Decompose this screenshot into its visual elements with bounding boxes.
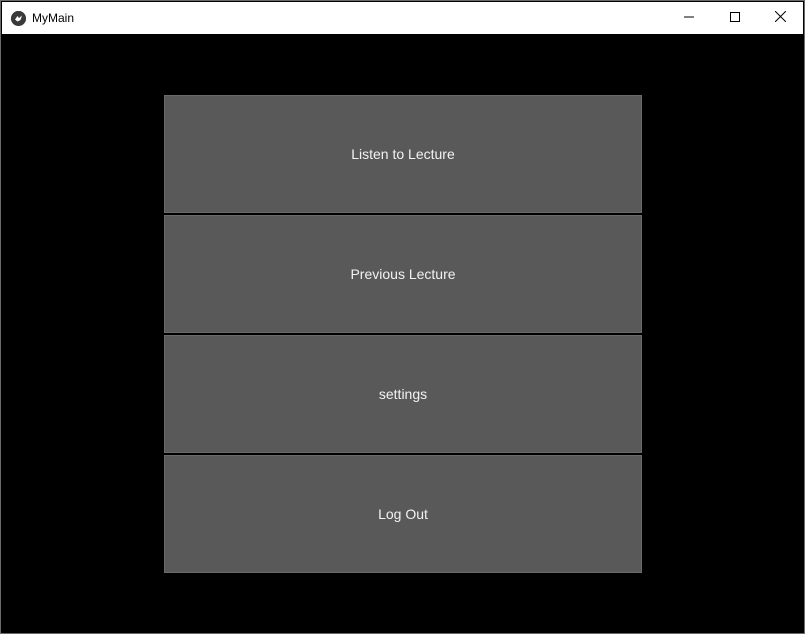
app-window: MyMain Listen to Lecture Previous Lectur… xyxy=(0,0,805,634)
title-bar[interactable]: MyMain xyxy=(2,2,803,34)
minimize-icon xyxy=(684,9,694,27)
log-out-button[interactable]: Log Out xyxy=(164,455,642,573)
window-title: MyMain xyxy=(32,11,75,25)
button-label: Log Out xyxy=(378,506,428,522)
kivy-logo-icon xyxy=(11,11,26,26)
button-label: Previous Lecture xyxy=(350,266,456,282)
close-button[interactable] xyxy=(757,2,803,34)
maximize-button[interactable] xyxy=(712,2,758,34)
main-content: Listen to Lecture Previous Lecture setti… xyxy=(2,34,803,633)
close-icon xyxy=(774,9,786,27)
button-label: Listen to Lecture xyxy=(351,146,455,162)
minimize-button[interactable] xyxy=(666,2,712,34)
previous-lecture-button[interactable]: Previous Lecture xyxy=(164,215,642,333)
settings-button[interactable]: settings xyxy=(164,335,642,453)
listen-to-lecture-button[interactable]: Listen to Lecture xyxy=(164,95,642,213)
button-label: settings xyxy=(378,386,428,402)
maximize-icon xyxy=(730,9,740,27)
